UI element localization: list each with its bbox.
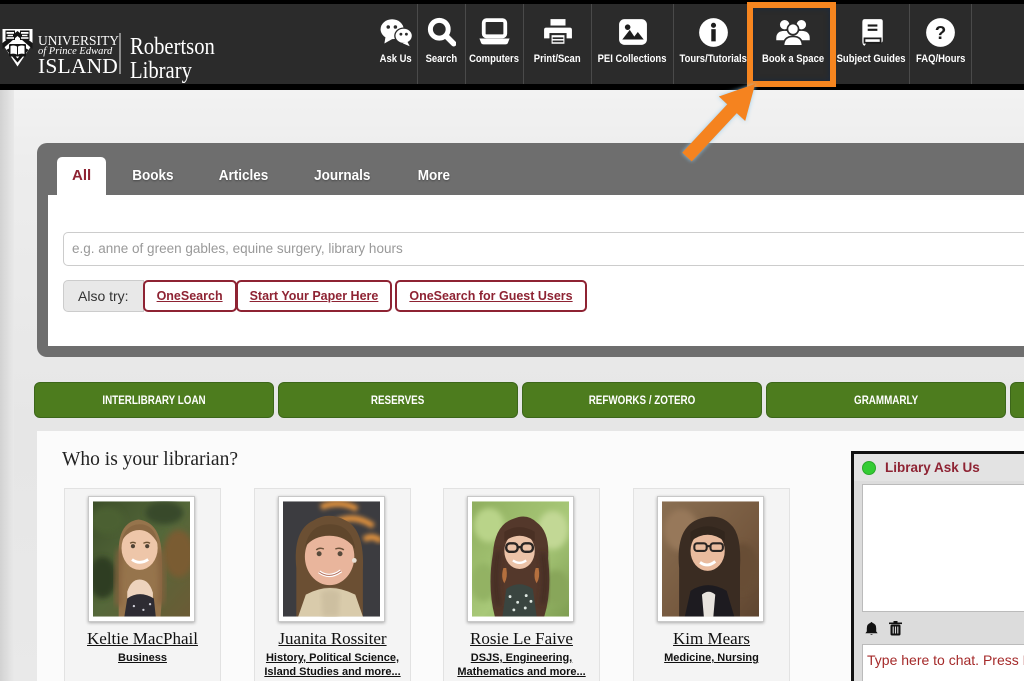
svg-text:?: ? (935, 22, 947, 43)
